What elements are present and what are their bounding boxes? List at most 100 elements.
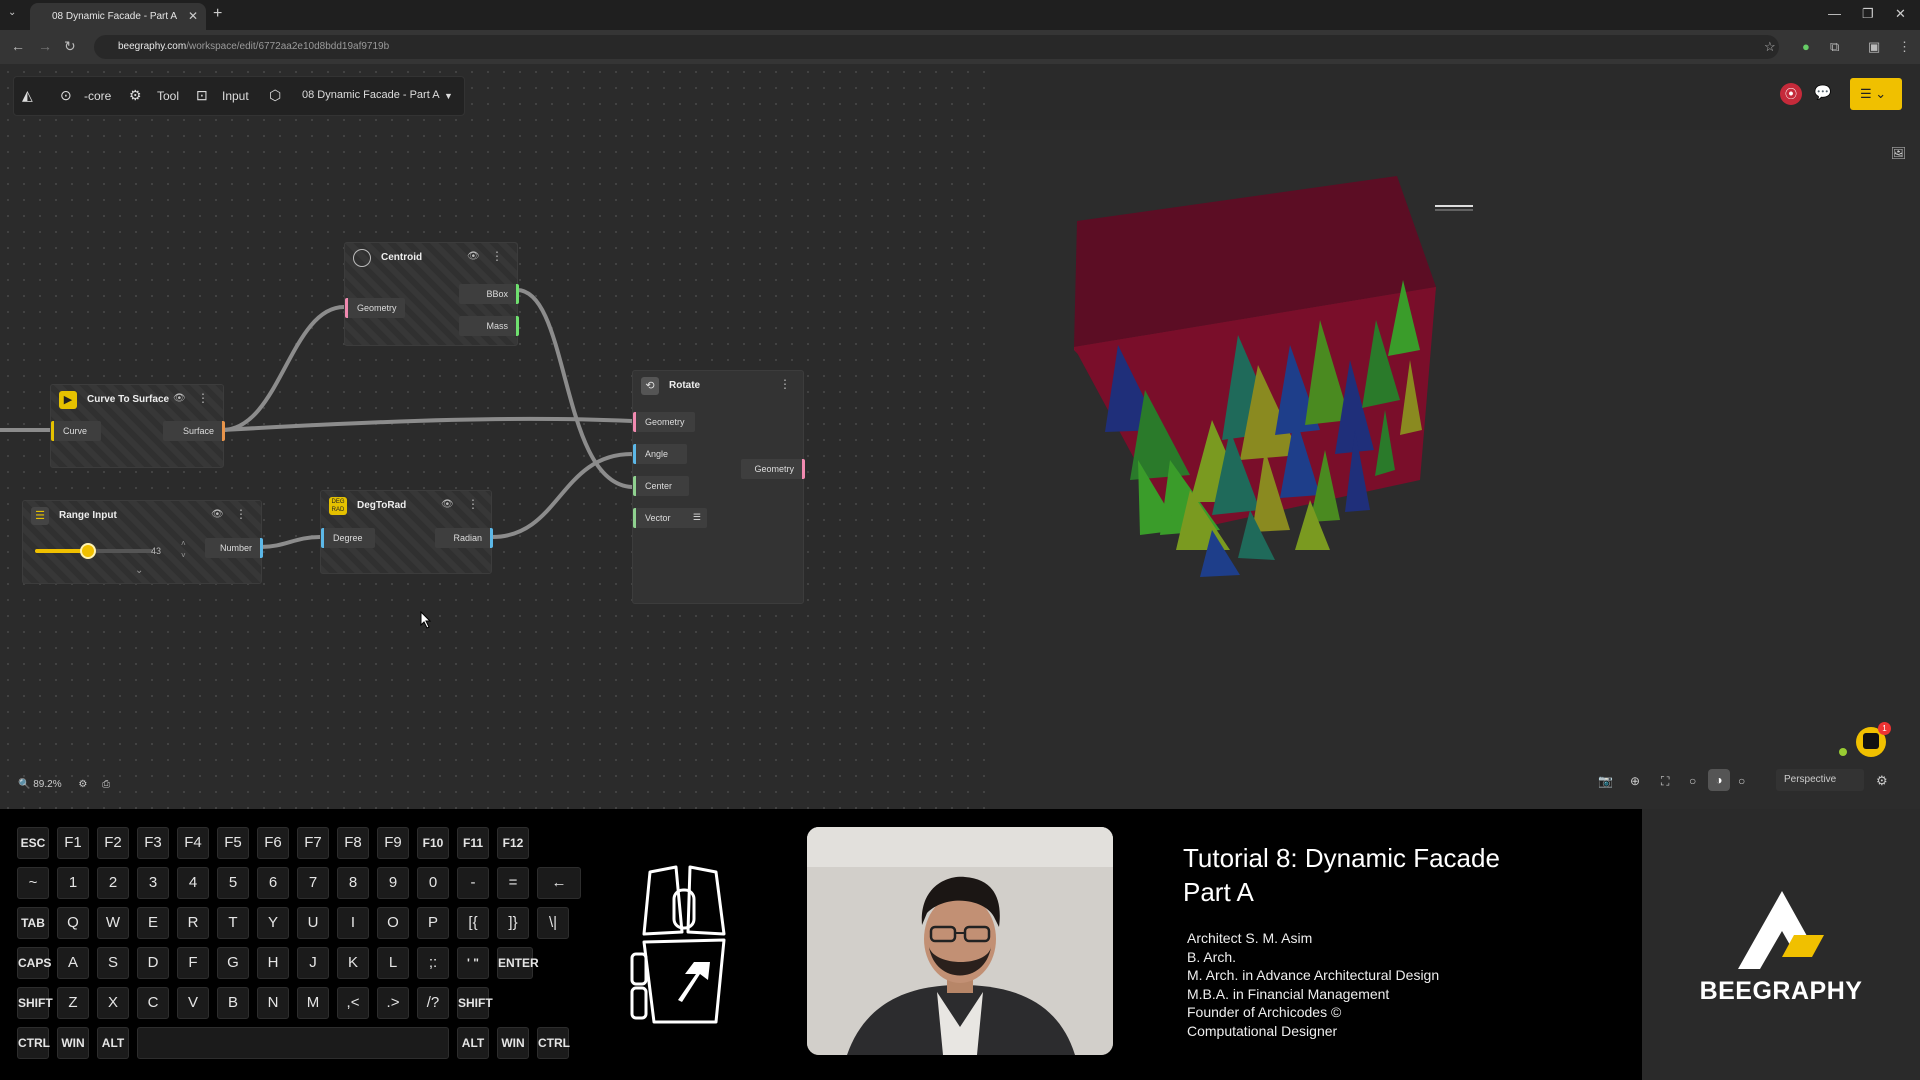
port-surface-out[interactable]: Surface [163, 421, 225, 441]
stepper-down-icon[interactable]: ˅ [181, 551, 186, 560]
url-host: beegraphy.com [118, 41, 187, 52]
rotate-node[interactable]: ⟲ Rotate ⋮ Geometry Angle Center Vector ☰… [632, 370, 805, 604]
3d-viewport[interactable]: 🖼 📷 ⊕ ⛶ ○ ◑ ○ Perspective ⚙ 1 [990, 130, 1920, 809]
key-f: F [177, 947, 209, 979]
camera-capture-icon[interactable]: 📷 [1598, 774, 1613, 788]
port-vector-in[interactable]: Vector ☰ [633, 508, 707, 528]
rotate-icon: ⟲ [641, 377, 659, 395]
comments-icon[interactable]: 💬 [1814, 84, 1831, 101]
port-geometry-in[interactable]: Geometry [345, 298, 405, 318]
port-curve-in[interactable]: Curve [51, 421, 101, 441]
key-f3: F3 [137, 827, 169, 859]
vector-settings-icon[interactable]: ☰ [693, 512, 701, 523]
more-options-icon[interactable]: ⋮ [235, 507, 247, 521]
key-symbol: .> [377, 987, 409, 1019]
chevron-down-icon[interactable]: ▼ [444, 91, 453, 101]
port-bbox-out[interactable]: BBox [459, 284, 519, 304]
fullscreen-icon[interactable]: ⛶ [1661, 774, 1669, 789]
centroid-node[interactable]: Centroid 👁 ⋮ Geometry BBox Mass [344, 242, 519, 346]
key-l: L [377, 947, 409, 979]
tool-icon[interactable]: ⚙ [129, 87, 142, 104]
more-options-icon[interactable]: ⋮ [779, 377, 791, 391]
key-esc: ESC [17, 827, 49, 859]
range-value[interactable]: 43 [151, 546, 161, 556]
browser-menu-icon[interactable]: ⋮ [1898, 39, 1911, 55]
brand-name: BEEGRAPHY [1699, 977, 1863, 1005]
zoom-level[interactable]: 89.2% [33, 779, 61, 790]
range-slider-track[interactable] [35, 543, 153, 559]
port-mass-out[interactable]: Mass [459, 316, 519, 336]
port-radian-out[interactable]: Radian [435, 528, 493, 548]
port-number-out[interactable]: Number [205, 538, 263, 558]
browser-tab[interactable]: 08 Dynamic Facade - Part A ✕ [30, 3, 206, 30]
eye-icon[interactable]: 👁 [173, 393, 186, 404]
port-vector-label: Vector [645, 513, 671, 523]
node-title: Range Input [59, 510, 117, 521]
reload-icon[interactable]: ↻ [64, 38, 76, 55]
eye-icon[interactable]: 👁 [211, 509, 224, 520]
port-center-in[interactable]: Center [633, 476, 689, 496]
grammarly-extension-icon[interactable]: ● [1802, 39, 1810, 54]
tab-search-icon[interactable]: ⌄ [8, 7, 22, 21]
curve-to-surface-node[interactable]: ▶ Curve To Surface 👁 ⋮ Curve Surface [50, 384, 225, 468]
beegraphy-menu-icon[interactable]: ◭ [22, 87, 33, 104]
degtorad-node[interactable]: DEG RAD DegToRad 👁 ⋮ Degree Radian [320, 490, 493, 574]
facade-model [1074, 176, 1473, 577]
viewport-image-icon[interactable]: 🖼 [1891, 146, 1906, 160]
eye-icon[interactable]: 👁 [467, 251, 480, 262]
chat-icon [1863, 733, 1879, 749]
more-options-icon[interactable]: ⋮ [491, 249, 503, 263]
more-options-icon[interactable]: ⋮ [467, 497, 479, 511]
user-avatar-icon[interactable]: ⦿ [1780, 83, 1802, 105]
close-tab-icon[interactable]: ✕ [188, 9, 198, 23]
chat-support-button[interactable]: 1 [1856, 722, 1891, 757]
back-icon[interactable]: ← [11, 38, 25, 54]
expand-chevron-icon[interactable]: ⌄ [135, 565, 143, 576]
range-input-node[interactable]: ☰ Range Input 👁 ⋮ 43 ˄ ˅ ⌄ Number [22, 500, 263, 584]
port-degree-in[interactable]: Degree [321, 528, 375, 548]
viewport-settings-icon[interactable]: ⚙ [1876, 773, 1888, 789]
sidebar-icon[interactable]: ▣ [1868, 39, 1880, 55]
node-canvas[interactable]: ◭ ⊙ -core ⚙ Tool ⊡ Input ⬡ 08 Dynamic Fa… [0, 64, 990, 809]
credit-line: M.B.A. in Financial Management [1187, 985, 1390, 1002]
core-library-button[interactable]: -core [84, 89, 111, 103]
project-name-dropdown[interactable]: 08 Dynamic Facade - Part A [302, 89, 440, 101]
port-geometry-in[interactable]: Geometry [633, 412, 695, 432]
wireframe-mode-icon[interactable]: ○ [1689, 774, 1696, 788]
port-angle-in[interactable]: Angle [633, 444, 687, 464]
port-geometry-out[interactable]: Geometry [741, 459, 805, 479]
forward-icon[interactable]: → [38, 38, 52, 54]
orbit-icon[interactable]: ⊕ [1630, 774, 1640, 788]
key-b: B [217, 987, 249, 1019]
restore-icon[interactable]: ❐ [1862, 6, 1874, 22]
canvas-settings-icon[interactable]: ⚙ [78, 779, 87, 790]
minimize-icon[interactable]: — [1828, 6, 1841, 21]
camera-mode-dropdown[interactable]: Perspective [1776, 769, 1864, 791]
key-symbol: ,< [337, 987, 369, 1019]
range-slider-thumb[interactable] [80, 543, 97, 559]
eye-icon[interactable]: 👁 [441, 499, 454, 510]
url-field[interactable]: beegraphy.com/workspace/edit/6772aa2e10d… [94, 35, 1779, 59]
core-library-icon[interactable]: ⊙ [60, 87, 72, 104]
stepper-up-icon[interactable]: ˄ [181, 539, 186, 548]
shaded-mode-icon[interactable]: ◑ [1708, 769, 1730, 791]
key-9: 9 [377, 867, 409, 899]
more-options-icon[interactable]: ⋮ [197, 391, 209, 405]
key-symbol: ]} [497, 907, 529, 939]
screenshot-canvas-icon[interactable]: ⎙ [102, 779, 110, 790]
workspace-toolbar: ◭ ⊙ -core ⚙ Tool ⊡ Input ⬡ 08 Dynamic Fa… [13, 76, 465, 116]
extensions-icon[interactable]: ⧉ [1830, 39, 1839, 55]
new-tab-icon[interactable]: + [213, 5, 222, 23]
window-close-icon[interactable]: ✕ [1895, 6, 1906, 22]
project-icon[interactable]: ⬡ [269, 87, 281, 104]
bookmark-star-icon[interactable]: ☆ [1764, 39, 1776, 55]
tutorial-title-line1: Tutorial 8: Dynamic Facade [1183, 843, 1500, 873]
key-symbol: - [457, 867, 489, 899]
tool-menu-button[interactable]: Tool [157, 89, 179, 103]
input-icon[interactable]: ⊡ [196, 87, 208, 104]
layers-panel-button[interactable]: ☰ ⌄ [1850, 78, 1902, 110]
input-menu-button[interactable]: Input [222, 89, 249, 103]
key-symbol: [{ [457, 907, 489, 939]
outline-mode-icon[interactable]: ○ [1738, 774, 1745, 788]
zoom-icon[interactable]: 🔍 [18, 779, 30, 790]
